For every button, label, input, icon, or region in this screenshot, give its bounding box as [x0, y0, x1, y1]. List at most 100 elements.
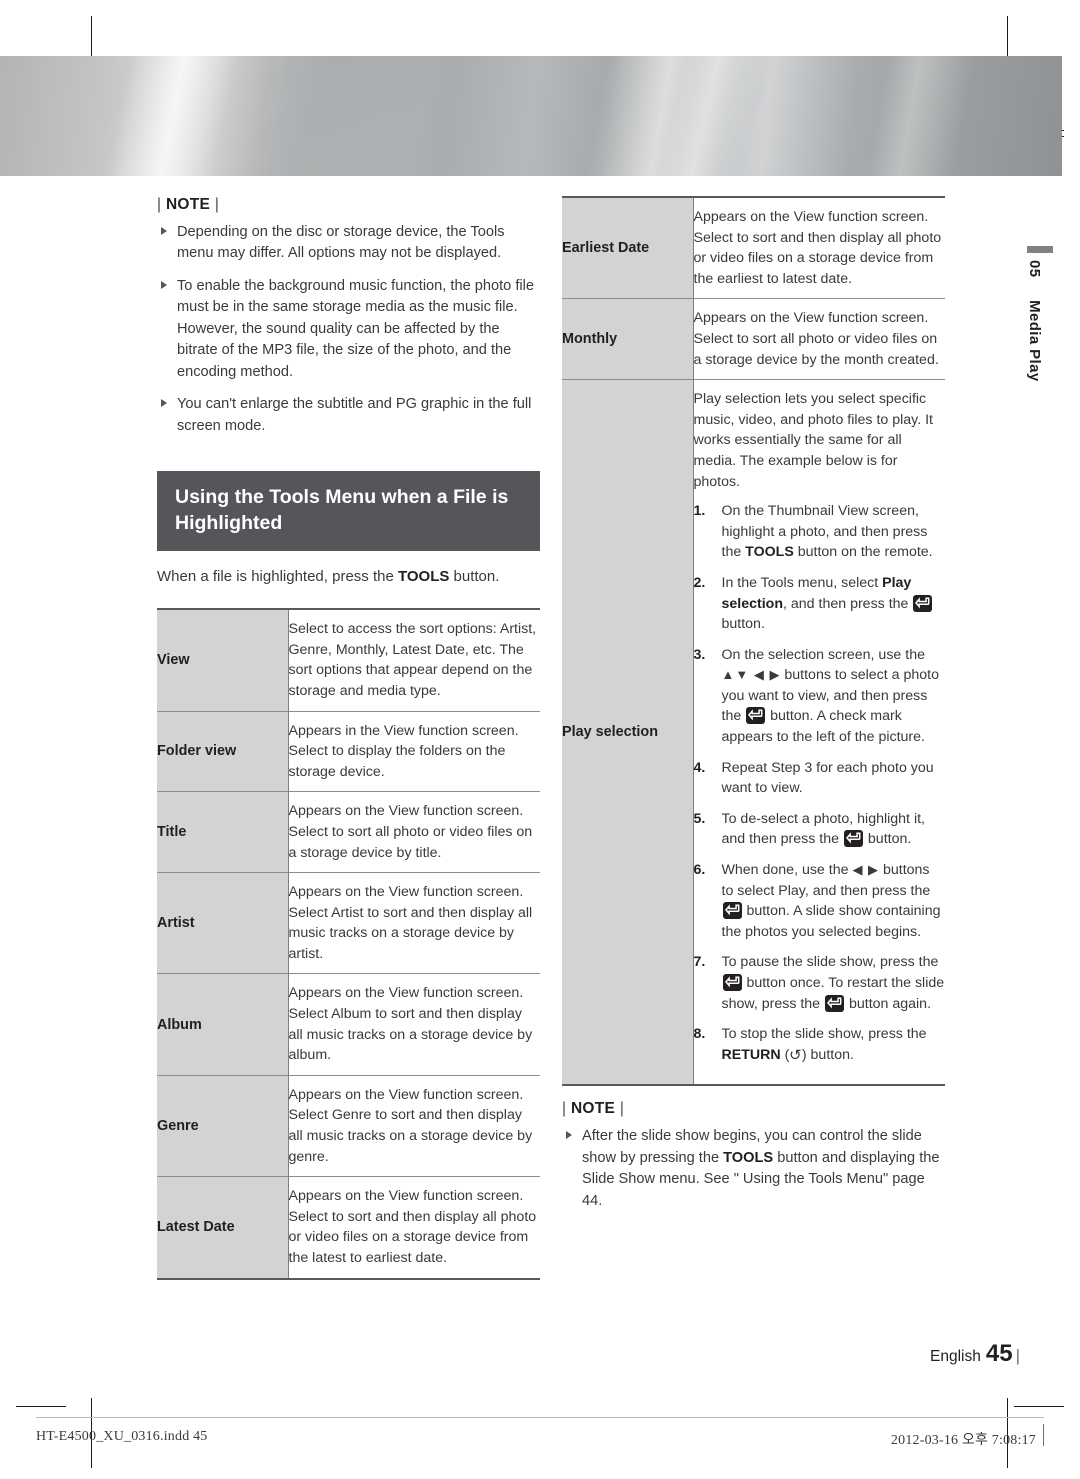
option-description-cell: Appears on the View function screen. Sel…: [288, 973, 540, 1076]
play-selection-steps: 1. On the Thumbnail View screen, highligh…: [694, 501, 946, 1065]
bullet-triangle-icon: [161, 399, 167, 408]
chapter-number: 05: [1026, 260, 1043, 278]
step-number: 1.: [693, 503, 706, 520]
left-note-list: Depending on the disc or storage device,…: [157, 222, 540, 437]
banner-light-streak-2: [0, 56, 1062, 176]
option-description-cell: Appears on the View function screen. Sel…: [288, 1176, 540, 1279]
tools-menu-options-table-left: View Select to access the sort options: A…: [157, 608, 540, 1280]
right-column: Earliest Date Appears on the View functio…: [562, 196, 945, 1212]
left-note-title: | NOTE |: [157, 196, 540, 214]
option-name-cell: Genre: [157, 1074, 289, 1177]
enter-button-icon: [913, 594, 933, 612]
right-table-body: Earliest Date Appears on the View functio…: [562, 197, 946, 1086]
table-row-play-selection: Play selection Play selection lets you se…: [562, 379, 946, 1086]
chapter-tab-text: 05 Media Play: [1026, 260, 1043, 382]
enter-button-icon: [746, 707, 766, 725]
option-name-cell: Album: [157, 973, 289, 1076]
note-item: Depending on the disc or storage device,…: [157, 222, 540, 265]
option-name-cell: Artist: [157, 872, 289, 974]
print-imprint-bar: [1043, 1424, 1044, 1446]
note-title-bar-left: |: [157, 196, 162, 213]
enter-button-icon: [825, 994, 845, 1012]
emphasis-text: TOOLS: [723, 1149, 774, 1166]
step-item: 3. On the selection screen, use the ▲▼ ◀ …: [693, 646, 940, 746]
option-description-cell: Play selection lets you select specific …: [693, 379, 946, 1086]
table-row: Latest Date Appears on the View function …: [157, 1176, 540, 1279]
option-name-cell: Monthly: [562, 298, 694, 380]
step-number: 5.: [693, 810, 706, 827]
page-footer: English 45 |: [930, 1340, 1020, 1368]
chapter-tab-rule: [1027, 246, 1053, 253]
note-item: To enable the background music function,…: [157, 276, 540, 383]
step-item: 2. In the Tools menu, select Play selecti…: [694, 573, 946, 635]
emphasis-text: RETURN: [721, 1046, 781, 1063]
enter-button-icon: [722, 974, 742, 991]
option-description-cell: Select to access the sort options: Artis…: [288, 621, 537, 699]
table-row: Monthly Appears on the View function scre…: [562, 298, 945, 380]
note-item: You can't enlarge the subtitle and PG gr…: [157, 394, 540, 437]
note-item: After the slide show begins, you can con…: [562, 1126, 945, 1212]
option-name-cell: Earliest Date: [562, 197, 694, 299]
footer-language: English: [930, 1348, 981, 1365]
emphasis-text: Play selection: [721, 574, 912, 612]
step-number: 6.: [693, 862, 706, 879]
step-number: 7.: [693, 954, 706, 971]
option-description-cell: Appears on the View function screen. Sel…: [288, 1074, 540, 1177]
right-note-title: | NOTE |: [562, 1100, 945, 1118]
option-description-cell: Appears on the View function screen. Sel…: [693, 209, 942, 287]
section-intro-text: When a file is highlighted, press the TO…: [157, 566, 540, 588]
crop-mark-bottom-right-horizontal: [1014, 1406, 1064, 1407]
step-item: 1. On the Thumbnail View screen, highligh…: [693, 503, 933, 561]
tools-menu-options-table-right: Earliest Date Appears on the View functio…: [562, 196, 946, 1087]
bullet-triangle-icon: [566, 1131, 572, 1140]
right-note-block: | NOTE | After the slide show begins, yo…: [562, 1100, 945, 1212]
decorative-metallic-banner: [0, 56, 1062, 176]
step-number: 8.: [693, 1026, 706, 1043]
section-heading: Using the Tools Menu when a File is High…: [157, 470, 540, 552]
footer-page-number: 45: [985, 1340, 1013, 1367]
note-title-bar-right: |: [214, 196, 220, 213]
bullet-triangle-icon: [161, 280, 167, 289]
enter-button-icon: [843, 830, 863, 848]
right-note-title-label: NOTE: [570, 1100, 616, 1118]
option-name-cell: Folder view: [157, 710, 289, 792]
chapter-title: Media Play: [1026, 300, 1043, 382]
option-description-cell: Appears on the View function screen. Sel…: [288, 791, 540, 873]
option-description-cell: Appears in the View function screen. Sel…: [288, 710, 540, 792]
play-selection-intro: Play selection lets you select specific …: [693, 391, 933, 490]
right-note-bar-left: |: [562, 1100, 567, 1118]
step-item: 5. To de-select a photo, highlight it, an…: [693, 810, 925, 848]
step-item: 7. To pause the slide show, press the but…: [693, 954, 945, 1012]
option-name-cell: Play selection: [562, 379, 694, 1086]
left-column: | NOTE | Depending on the disc or storag…: [157, 196, 540, 1280]
table-row: View Select to access the sort options: A…: [157, 609, 540, 712]
step-number: 4.: [693, 759, 706, 776]
section-intro-after: button.: [449, 568, 500, 586]
print-imprint-date: 2012-03-16 오후 7:08:17: [890, 1433, 1036, 1448]
footer-tick-mark: |: [1015, 1346, 1020, 1365]
chapter-tab: 05 Media Play: [1026, 246, 1054, 382]
option-description-cell: Appears on the View function screen. Sel…: [693, 298, 945, 380]
print-rule-divider: [36, 1417, 1044, 1418]
section-intro-before: When a file is highlighted, press the: [157, 568, 398, 586]
option-name-cell: View: [157, 609, 289, 712]
step-item: 6. When done, use the ◀ ▶ buttons to sele…: [693, 862, 941, 940]
option-name-cell: Title: [157, 791, 289, 873]
note-title-label: NOTE: [165, 196, 211, 213]
direction-arrows-icon: ◀ ▶: [852, 862, 880, 878]
direction-arrows-icon: ▲▼ ◀ ▶: [721, 667, 781, 683]
step-item: 4. Repeat Step 3 for each photo you want …: [693, 759, 934, 797]
right-note-list: After the slide show begins, you can con…: [562, 1126, 945, 1212]
step-number: 3.: [693, 646, 706, 663]
table-row: Genre Appears on the View function screen…: [157, 1074, 540, 1177]
left-table-body: View Select to access the sort options: A…: [157, 609, 540, 1279]
bullet-triangle-icon: [161, 227, 167, 235]
step-item: 8. To stop the slide show, press the RETU…: [693, 1026, 927, 1064]
table-row: Title Appears on the View function screen…: [157, 791, 540, 873]
return-arrow-icon: ↻: [789, 1046, 802, 1064]
print-imprint-filename: HT-E4500_XU_0316.indd 45: [36, 1429, 208, 1444]
emphasis-text: TOOLS: [745, 544, 794, 561]
step-number: 2.: [693, 574, 706, 591]
table-row: Folder view Appears in the View function …: [157, 710, 540, 792]
option-name-cell: Latest Date: [157, 1176, 289, 1279]
